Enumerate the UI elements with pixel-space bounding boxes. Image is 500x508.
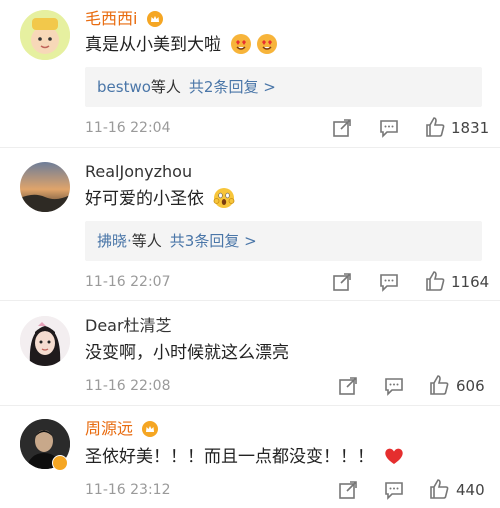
reply-users[interactable]: bestwo [97, 78, 151, 96]
like-icon[interactable] [428, 478, 450, 500]
reply-users-suffix: 等人 [150, 78, 181, 96]
reply-users[interactable]: 拂晓· [97, 232, 132, 250]
commenter-name[interactable]: 毛西西i [85, 9, 163, 29]
comment-time: 11-16 22:04 [85, 120, 171, 136]
like-count: 440 [456, 481, 485, 499]
comment-icon[interactable] [383, 375, 405, 397]
like-icon[interactable] [428, 374, 450, 396]
commenter-name[interactable]: RealJonyzhou [85, 162, 192, 182]
comment-text: 圣依好美！！！而且一点都没变！！！ [85, 445, 405, 469]
reply-count-link[interactable]: 共2条回复 > [189, 78, 276, 96]
comment-time: 11-16 22:07 [85, 274, 171, 290]
comment-icon[interactable] [378, 271, 400, 293]
like-count: 606 [456, 377, 485, 395]
verified-badge-icon [52, 455, 68, 471]
comment-icon[interactable] [378, 117, 400, 139]
comment-time: 11-16 22:08 [85, 378, 171, 394]
comment-text: 好可爱的小圣依 [85, 187, 235, 211]
heart-eyes-emoji-icon [257, 34, 278, 54]
divider [0, 147, 500, 148]
divider [0, 405, 500, 406]
share-icon[interactable] [331, 117, 353, 139]
reply-count-link[interactable]: 共3条回复 > [170, 232, 257, 250]
like-icon[interactable] [424, 270, 446, 292]
reply-summary[interactable]: 拂晓·等人 共3条回复 > [85, 221, 482, 261]
commenter-name[interactable]: 周源远 [85, 419, 159, 439]
commenter-name[interactable]: Dear杜清芝 [85, 316, 172, 336]
avatar[interactable] [20, 316, 70, 366]
reply-summary[interactable]: bestwo等人 共2条回复 > [85, 67, 482, 107]
divider [0, 300, 500, 301]
comment-text: 没变啊，小时候就这么漂亮 [85, 343, 289, 363]
like-count: 1831 [451, 119, 490, 137]
share-icon[interactable] [337, 479, 359, 501]
comment-icon[interactable] [383, 479, 405, 501]
red-heart-emoji-icon [385, 448, 404, 464]
like-icon[interactable] [424, 116, 446, 138]
scream-emoji-icon [214, 188, 235, 208]
reply-users-suffix: 等人 [131, 232, 162, 250]
share-icon[interactable] [331, 271, 353, 293]
crown-badge-icon [142, 421, 159, 437]
avatar[interactable] [20, 10, 70, 60]
heart-eyes-emoji-icon [231, 34, 252, 54]
like-count: 1164 [451, 273, 490, 291]
comment-text: 真是从小美到大啦 [85, 33, 278, 57]
share-icon[interactable] [337, 375, 359, 397]
crown-badge-icon [146, 11, 163, 27]
avatar[interactable] [20, 162, 70, 212]
comment-time: 11-16 23:12 [85, 482, 171, 498]
